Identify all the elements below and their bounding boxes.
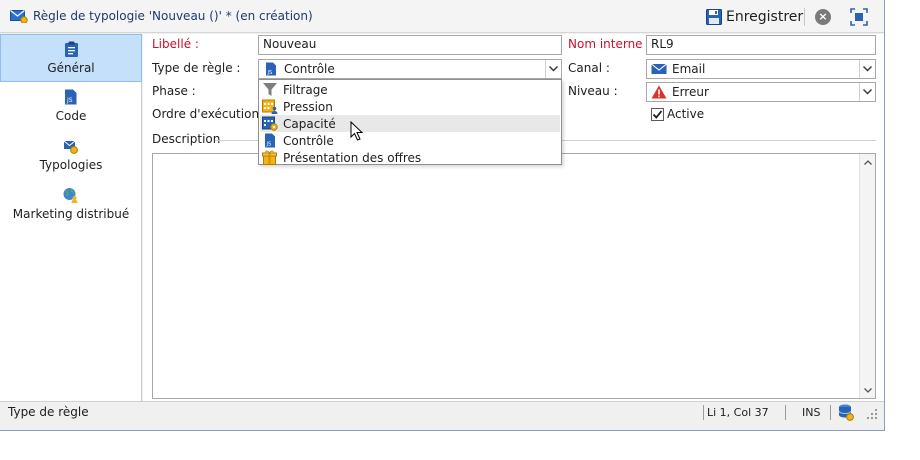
toolbar-separator <box>804 8 805 26</box>
filter-icon <box>263 83 277 96</box>
active-checkbox[interactable] <box>651 108 664 121</box>
globe-user-icon <box>63 188 78 203</box>
clipboard-icon <box>65 41 78 57</box>
description-scrollbar[interactable] <box>859 154 875 398</box>
resize-grip-icon[interactable] <box>866 408 878 420</box>
niveau-select[interactable]: Erreur <box>646 82 876 102</box>
dropdown-item-pression[interactable]: Pression <box>260 98 560 115</box>
dropdown-item-label: Pression <box>283 99 333 114</box>
type-regle-label: Type de règle : <box>152 61 241 75</box>
save-button[interactable]: Enregistrer <box>706 6 803 28</box>
warning-icon <box>651 85 667 99</box>
scroll-up-icon[interactable] <box>860 154 876 170</box>
checkmark-icon <box>652 110 663 119</box>
type-regle-value: Contrôle <box>284 62 335 76</box>
dropdown-item-filtrage[interactable]: Filtrage <box>260 81 560 98</box>
js-file-icon: JS <box>265 133 275 148</box>
description-label: Description <box>152 132 221 146</box>
scroll-down-icon[interactable] <box>860 382 876 398</box>
status-divider <box>830 405 831 420</box>
dropdown-item-capacite[interactable]: Capacité <box>260 115 560 132</box>
type-regle-select[interactable]: JS Contrôle <box>258 59 562 79</box>
close-circle-icon[interactable]: × <box>815 9 831 25</box>
sidebar-item-code[interactable]: JS Code <box>0 83 142 131</box>
floppy-disk-icon <box>706 9 722 25</box>
svg-text:JS: JS <box>266 142 272 148</box>
status-insert-mode: INS <box>802 406 821 419</box>
save-label: Enregistrer <box>726 9 804 25</box>
dropdown-item-controle[interactable]: JS Contrôle <box>260 132 560 149</box>
svg-text:JS: JS <box>66 97 73 104</box>
niveau-label: Niveau : <box>568 84 618 98</box>
sidebar-item-label: Marketing distribué <box>12 207 130 221</box>
ordre-execution-label: Ordre d'exécution : <box>152 107 267 121</box>
description-textarea[interactable] <box>152 153 876 399</box>
sidebar: Général JS Code Typologies Marketing dis… <box>0 34 142 401</box>
libelle-input[interactable]: Nouveau <box>258 35 562 55</box>
canal-value: Email <box>672 62 706 76</box>
chevron-down-icon[interactable] <box>859 60 875 78</box>
canal-select[interactable]: Email <box>646 59 876 79</box>
sidebar-item-label: Général <box>47 61 95 75</box>
dropdown-item-label: Contrôle <box>283 133 334 148</box>
calendar-user-icon <box>262 99 278 114</box>
window-title: Règle de typologie 'Nouveau ()' * (en cr… <box>33 9 313 23</box>
libelle-label: Libellé : <box>152 37 199 51</box>
status-bar: Type de règle Li 1, Col 37 INS <box>0 401 884 422</box>
fullscreen-icon[interactable] <box>850 8 868 26</box>
dialog-window: Règle de typologie 'Nouveau ()' * (en cr… <box>0 0 885 431</box>
active-label: Active <box>667 107 705 121</box>
gift-icon <box>262 150 277 165</box>
typology-icon <box>63 140 78 154</box>
niveau-value: Erreur <box>672 85 709 99</box>
phase-label: Phase : <box>152 84 196 98</box>
dropdown-item-presentation-offres[interactable]: Présentation des offres <box>260 149 560 166</box>
chevron-down-icon[interactable] <box>859 83 875 101</box>
calendar-gear-icon <box>262 116 278 131</box>
title-bar: Règle de typologie 'Nouveau ()' * (en cr… <box>0 0 884 33</box>
email-icon <box>651 63 667 74</box>
status-field-name: Type de règle <box>8 405 89 419</box>
dropdown-item-label: Filtrage <box>283 82 328 97</box>
status-divider <box>703 405 704 420</box>
nom-interne-input[interactable]: RL9 <box>646 35 876 55</box>
dropdown-item-label: Présentation des offres <box>283 150 422 165</box>
database-icon[interactable] <box>838 404 854 421</box>
canal-label: Canal : <box>568 61 610 75</box>
mouse-pointer-icon <box>350 121 364 141</box>
nom-interne-label: Nom interne : <box>568 37 651 51</box>
chevron-down-icon[interactable] <box>545 60 561 78</box>
svg-text:JS: JS <box>267 70 273 76</box>
sidebar-item-marketing-distribue[interactable]: Marketing distribué <box>0 181 142 229</box>
sidebar-item-typologies[interactable]: Typologies <box>0 132 142 180</box>
sidebar-item-general[interactable]: Général <box>0 34 142 82</box>
type-regle-dropdown: Filtrage Pression Capacité JS Contrôle P… <box>258 79 562 165</box>
js-file-icon: JS <box>65 89 77 105</box>
sidebar-item-label: Typologies <box>39 158 103 172</box>
typology-rule-icon <box>10 10 28 23</box>
status-divider <box>785 405 786 420</box>
js-file-icon: JS <box>266 62 276 76</box>
sidebar-item-label: Code <box>55 109 87 123</box>
dropdown-item-label: Capacité <box>283 116 336 131</box>
status-cursor-position: Li 1, Col 37 <box>707 406 769 419</box>
